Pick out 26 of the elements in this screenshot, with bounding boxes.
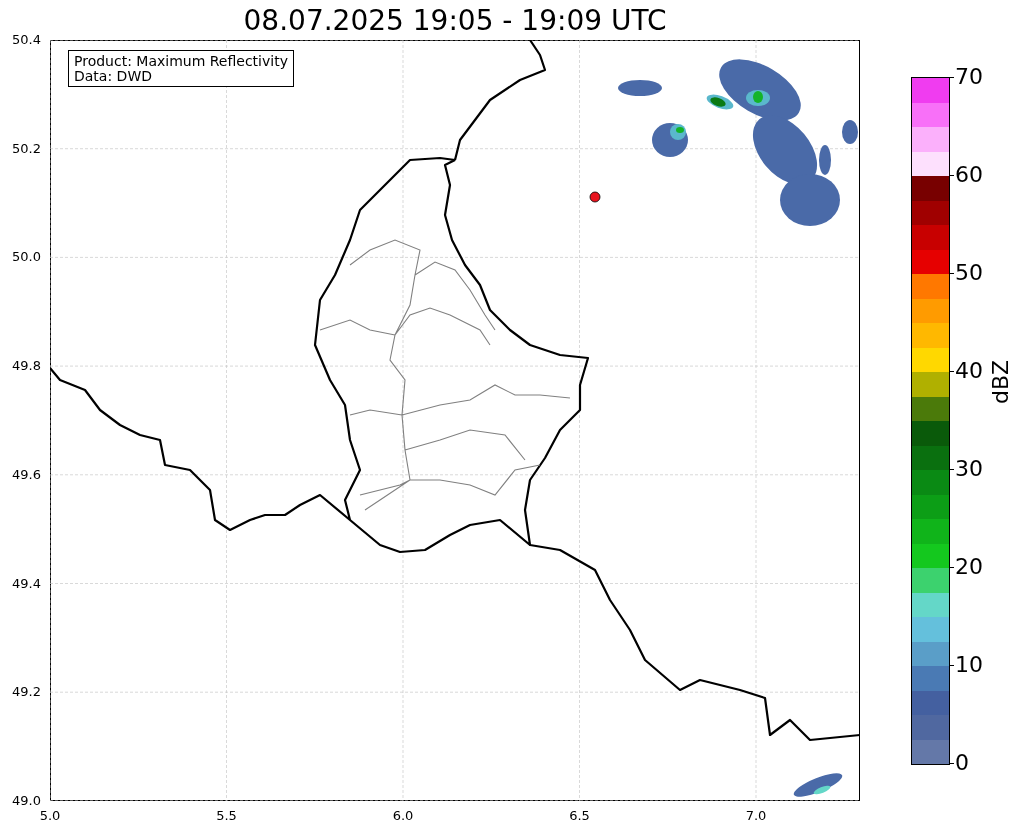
info-text: Data: DWD [74,69,153,84]
x-tick-label: 5.5 [216,808,237,824]
colorbar-tick-label: 70 [955,64,983,90]
y-tick-label: 49.6 [12,466,41,483]
x-tick-label: 5.0 [39,808,61,824]
y-tick-label: 49.0 [12,792,41,809]
colorbar-tick-label: 40 [955,358,983,384]
y-tick-label: 50.0 [12,249,41,266]
colorbar-tick-label: 10 [955,652,983,678]
colorbar-tick-label: 50 [955,260,983,286]
colorbar-tick-label: 20 [955,554,983,580]
y-tick-label: 49.2 [12,684,41,701]
x-tick-label: 7.0 [745,808,767,824]
y-tick-label: 50.2 [12,140,41,157]
y-tick-label: 49.8 [12,358,41,375]
colorbar-tick-label: 30 [955,456,983,482]
x-tick-label: 6.0 [392,808,414,824]
colorbar-tick-label: 60 [955,162,983,188]
y-tick-label: 50.4 [12,32,41,48]
colorbar-label: dBZ [988,359,1014,404]
location-marker [589,191,601,203]
info-text: Product: Maximum Reflectivity [74,54,288,69]
y-tick-label: 49.4 [12,575,41,592]
chart-title: 08.07.2025 19:05 - 19:09 UTC [242,4,668,38]
colorbar-tick-label: 0 [955,750,969,776]
x-tick-label: 6.5 [569,808,590,824]
